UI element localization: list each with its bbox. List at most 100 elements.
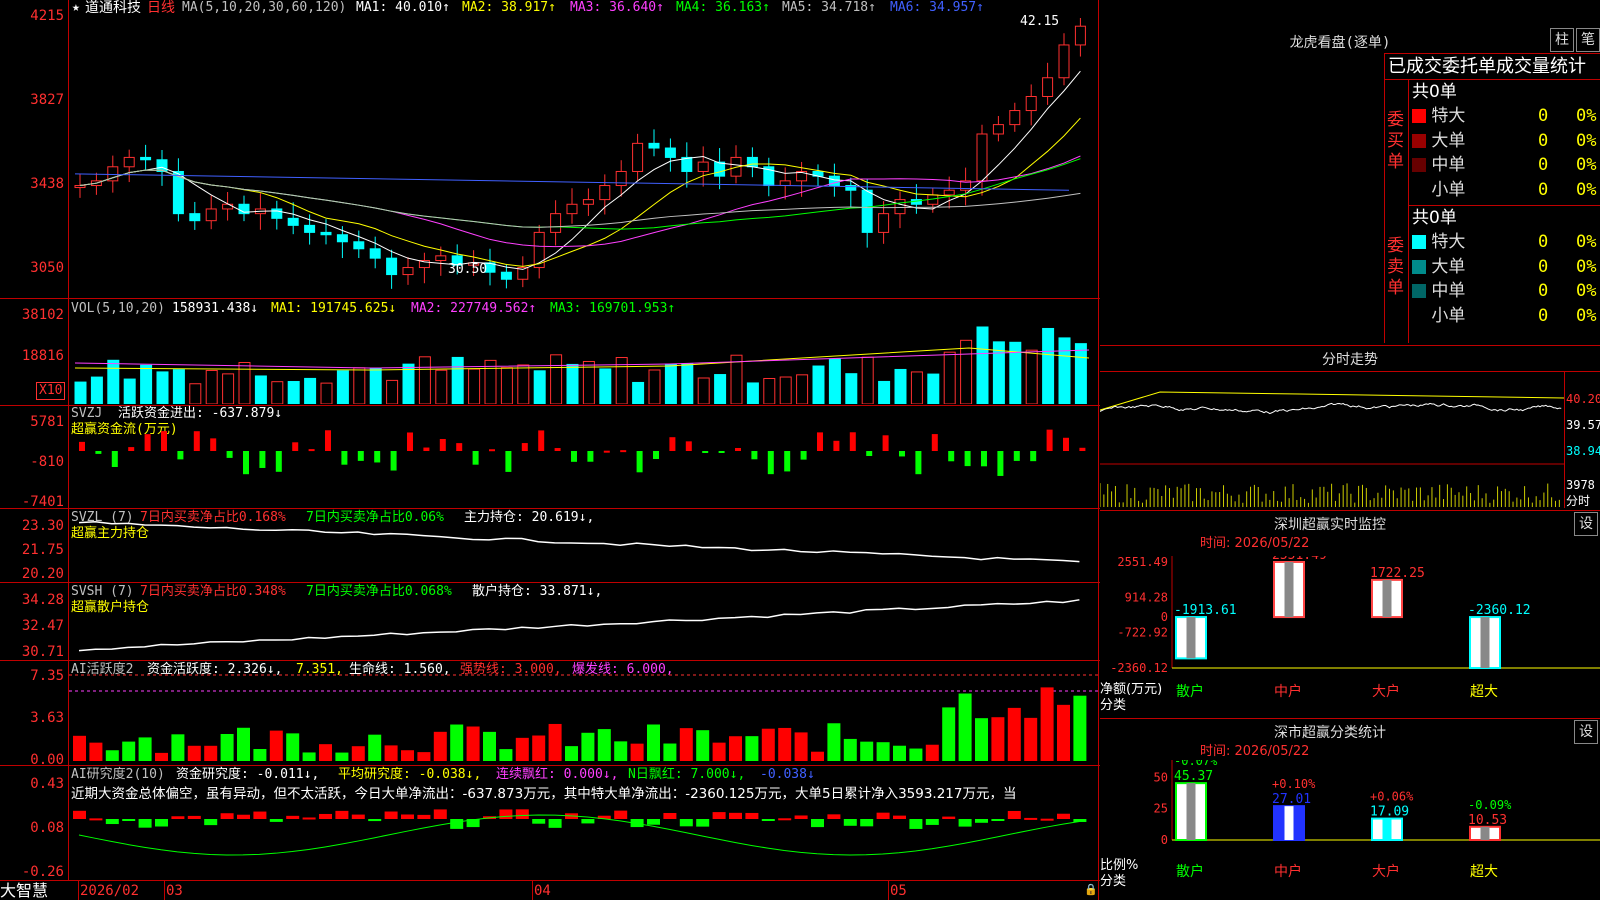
svzl-ytick: 20.20 xyxy=(21,566,64,582)
svzj-bar xyxy=(128,447,135,451)
ai-active-bar xyxy=(761,728,775,761)
svzj-bar xyxy=(767,451,774,475)
y-tick-label: 914.28 xyxy=(1125,590,1168,604)
ai-research-avg: 平均研究度: -0.038↓, xyxy=(338,767,482,782)
ai-research-bar xyxy=(942,816,956,819)
sell-pct: 0% xyxy=(1576,256,1597,277)
category-label: 中户 xyxy=(1274,683,1302,700)
volume-chart xyxy=(74,326,1090,404)
svzj-bar xyxy=(79,441,85,451)
sell-color-swatch xyxy=(1412,259,1426,274)
sell-label: 特大 xyxy=(1426,232,1466,252)
ai-active-bar xyxy=(827,723,841,761)
favorite-star-icon[interactable]: ★ xyxy=(72,0,80,16)
volume-bar xyxy=(910,371,923,404)
ai-research-bar xyxy=(220,813,234,819)
ai-active-bar xyxy=(384,745,398,761)
svzj-bar xyxy=(390,451,397,471)
y-tick-label: -722.92 xyxy=(1117,626,1168,640)
svzj-bar xyxy=(1013,451,1020,461)
chart-area[interactable]: ★ 道通科技 日线 MA(5,10,20,30,60,120) MA1: 40.… xyxy=(0,0,1100,900)
kline-chart[interactable] xyxy=(69,18,1098,298)
candle-body xyxy=(369,248,381,259)
xaxis-label: 2026/02 xyxy=(80,883,140,899)
kline-ytick: 3050 xyxy=(30,260,64,276)
ai-active-bar xyxy=(860,741,874,761)
ai-active-bar xyxy=(499,749,513,761)
buy-color-swatch xyxy=(1412,133,1426,148)
candle-body xyxy=(681,156,693,172)
candle-body xyxy=(878,213,890,233)
ma5-value: MA5: 34.718↑ xyxy=(782,0,876,15)
ai-active-bar xyxy=(187,745,201,761)
ai-active-bar xyxy=(450,724,464,761)
svzj-bar xyxy=(95,451,102,454)
sz-class-title: 深市超赢分类统计 xyxy=(1274,725,1386,741)
ai-research-bar xyxy=(991,819,1005,821)
buy-row: 小单 0 0% xyxy=(1412,178,1600,202)
svzj-bar xyxy=(817,432,823,451)
ai-research-bar xyxy=(515,809,529,819)
svzj-bar xyxy=(685,441,692,451)
sell-label: 中单 xyxy=(1426,281,1466,301)
sell-count: 0 xyxy=(1538,281,1549,301)
fenshi-chart[interactable] xyxy=(1100,372,1564,508)
lock-icon[interactable]: 🔒 xyxy=(1084,882,1098,898)
ma1-line xyxy=(79,70,1081,270)
category-label: 大户 xyxy=(1372,683,1400,700)
tick-mode-button[interactable]: 笔 xyxy=(1576,28,1600,52)
ai-active-bar xyxy=(171,734,185,761)
ai-active-bar xyxy=(696,730,710,761)
ai-active-bar xyxy=(565,746,578,761)
candle-body xyxy=(632,142,644,172)
ai-research-bar xyxy=(1057,813,1070,819)
period-label[interactable]: 日线 xyxy=(147,0,175,16)
stock-name[interactable]: 道通科技 xyxy=(85,0,141,16)
svzj-bar xyxy=(472,451,479,465)
candle-body xyxy=(402,267,414,276)
candle-body xyxy=(140,156,152,161)
volume-bar xyxy=(582,360,595,404)
svzj-bar xyxy=(439,438,446,451)
svzl-ytick: 21.75 xyxy=(21,542,64,558)
ai-research-ytick: 0.43 xyxy=(30,776,64,792)
ai-active-bar xyxy=(1040,687,1054,761)
ai-research-bar xyxy=(105,819,119,825)
ai-research-bar xyxy=(778,818,792,821)
ai-research-bar xyxy=(794,815,808,819)
vol-ma1-line xyxy=(74,347,1090,371)
ai-research-bar xyxy=(73,810,86,819)
svzj-bar xyxy=(357,451,364,461)
kline-ytick: 3827 xyxy=(30,92,64,108)
ai-active-chart xyxy=(69,674,1098,761)
ai-research-bar xyxy=(843,819,857,826)
sz-class-settings-button[interactable]: 设 xyxy=(1574,720,1598,744)
fenshi-ytick: 38.94 xyxy=(1566,444,1600,458)
candle-body xyxy=(664,147,676,158)
candle-body xyxy=(1042,77,1054,97)
candle-body xyxy=(599,185,611,201)
ai-active-bar xyxy=(302,752,316,761)
ai-research-bar xyxy=(499,809,513,819)
sell-count: 0 xyxy=(1538,305,1549,326)
ai-active-bar xyxy=(679,728,693,761)
sell-pct: 0% xyxy=(1576,281,1597,301)
ai-research-title: AI研究度2(10) xyxy=(71,767,165,782)
ai-research-last: -0.038↓ xyxy=(760,767,815,782)
bar-mode-button[interactable]: 柱 xyxy=(1550,28,1574,52)
svzj-bar xyxy=(226,451,233,458)
sz-class-time: 时间: 2026/05/22 xyxy=(1200,744,1310,759)
svzj-bar xyxy=(718,451,725,453)
volume-bar xyxy=(156,371,169,404)
ai-research-bar xyxy=(155,819,168,827)
ai-active-bar xyxy=(351,746,365,761)
kline-ytick: 4215 xyxy=(30,8,64,24)
ai-research-bar xyxy=(679,819,693,827)
svzj-bar xyxy=(603,450,610,453)
high-price-label: 42.15 xyxy=(1020,14,1060,29)
sz-monitor-settings-button[interactable]: 设 xyxy=(1574,512,1598,536)
ai-active-bar xyxy=(1057,704,1070,761)
volume-bar xyxy=(550,354,563,404)
ma4-value: MA4: 36.163↑ xyxy=(676,0,770,15)
low-price-label: 30.50 xyxy=(448,262,488,277)
